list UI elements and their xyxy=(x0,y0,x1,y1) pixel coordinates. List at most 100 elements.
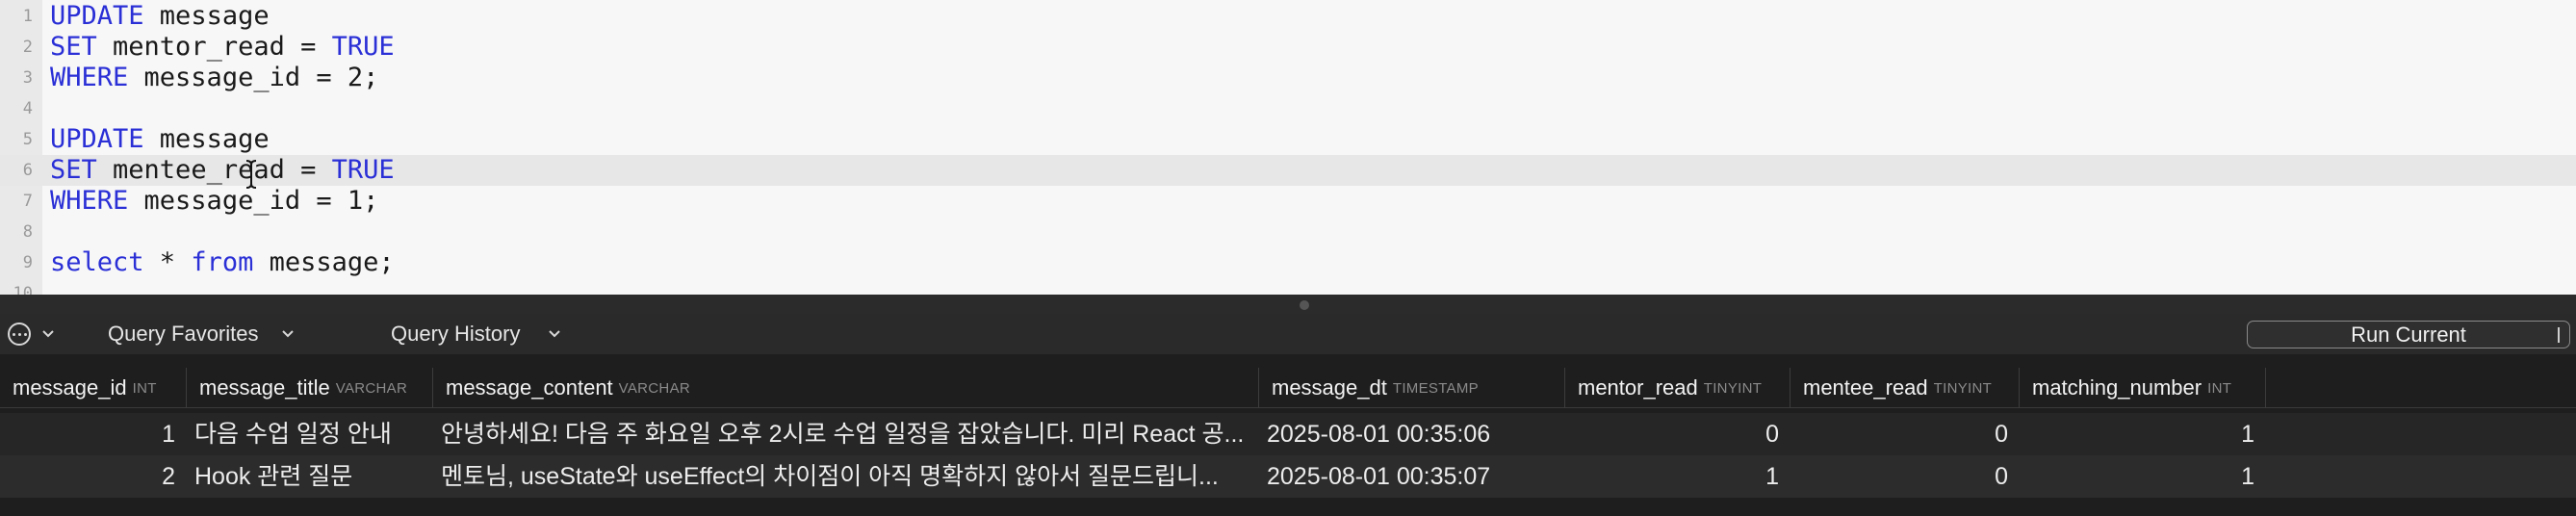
code-text: WHERE message_id = 1; xyxy=(50,186,378,217)
code-text: UPDATE message xyxy=(50,124,270,155)
code-line[interactable]: 10 xyxy=(0,278,2576,295)
run-current-label: Run Current xyxy=(2351,322,2466,347)
sql-keyword: UPDATE xyxy=(50,124,144,154)
query-favorites-button[interactable]: Query Favorites xyxy=(108,320,296,348)
code-text: UPDATE message xyxy=(50,1,270,32)
table-row[interactable]: 1 다음 수업 일정 안내 안녕하세요! 다음 주 화요일 오후 2시로 수업 일정… xyxy=(0,413,2576,455)
code-line[interactable]: 9 select * from message; xyxy=(0,247,2576,278)
table-cell[interactable]: 멘토님, useState와 useEffect의 차이점이 아직 명확하지 않… xyxy=(441,455,1253,498)
run-current-button[interactable]: Run Current xyxy=(2247,321,2570,348)
code-line[interactable]: 8 xyxy=(0,217,2576,247)
sql-keyword: TRUE xyxy=(331,155,395,185)
code-line[interactable]: 1 UPDATE message xyxy=(0,1,2576,32)
table-cell[interactable]: 0 xyxy=(1565,413,1779,455)
column-type: TINYINT xyxy=(1933,379,1993,397)
results-grid[interactable]: message_id INT message_title VARCHAR message… xyxy=(0,362,2576,516)
sql-token: message xyxy=(143,1,270,31)
sql-token: ; xyxy=(363,63,379,92)
column-header-mentor-read[interactable]: mentor_read TINYINT xyxy=(1565,368,1790,408)
sql-token: message_id = xyxy=(128,63,348,92)
sql-token: * xyxy=(143,247,192,277)
sql-token: mentee_read = xyxy=(96,155,332,185)
column-header-mentee-read[interactable]: mentee_read TINYINT xyxy=(1790,368,2020,408)
column-name: message_id xyxy=(13,375,127,400)
sql-token: ; xyxy=(363,186,379,216)
results-header: message_id INT message_title VARCHAR message… xyxy=(0,368,2576,408)
column-type: VARCHAR xyxy=(335,379,408,397)
table-cell[interactable]: 1 xyxy=(1565,455,1779,498)
code-line[interactable]: 6 SET mentee_read = TRUE xyxy=(0,155,2576,186)
sql-token: 1 xyxy=(347,186,364,216)
column-name: matching_number xyxy=(2032,375,2202,400)
table-cell[interactable]: 0 xyxy=(1790,413,2008,455)
column-type: INT xyxy=(132,379,157,397)
sql-keyword: WHERE xyxy=(50,186,129,216)
line-number: 10 xyxy=(13,284,33,295)
query-toolbar: Query Favorites Query History Run Curren… xyxy=(0,314,2576,354)
sql-keyword: WHERE xyxy=(50,63,129,92)
sql-keyword: select xyxy=(50,247,144,277)
column-header-message-title[interactable]: message_title VARCHAR xyxy=(187,368,433,408)
column-header-message-content[interactable]: message_content VARCHAR xyxy=(433,368,1259,408)
code-line[interactable]: 3 WHERE message_id = 2; xyxy=(0,63,2576,93)
chevron-down-icon xyxy=(42,330,54,338)
line-number: 4 xyxy=(22,99,33,118)
table-cell[interactable]: 1 xyxy=(2020,455,2254,498)
line-number: 6 xyxy=(22,161,33,180)
line-number: 9 xyxy=(22,253,33,272)
line-number: 7 xyxy=(22,192,33,211)
table-row[interactable]: 2 Hook 관련 질문 멘토님, useState와 useEffect의 차이점… xyxy=(0,455,2576,498)
table-cell[interactable]: 2025-08-01 00:35:07 xyxy=(1267,455,1559,498)
table-cell[interactable]: 1 xyxy=(0,413,175,455)
more-options-button[interactable] xyxy=(8,320,56,348)
code-text: select * from message; xyxy=(50,247,395,278)
sql-token: message; xyxy=(253,247,395,277)
column-header-matching-number[interactable]: matching_number INT xyxy=(2020,368,2266,408)
table-cell[interactable]: 1 xyxy=(2020,413,2254,455)
sql-token: message xyxy=(143,124,270,154)
table-cell[interactable]: Hook 관련 질문 xyxy=(194,455,427,498)
code-line[interactable]: 5 UPDATE message xyxy=(0,124,2576,155)
table-cell[interactable]: 0 xyxy=(1790,455,2008,498)
column-header-message-id[interactable]: message_id INT xyxy=(0,368,187,408)
column-name: mentor_read xyxy=(1578,375,1698,400)
sql-keyword: from xyxy=(191,247,254,277)
chevron-down-icon xyxy=(281,330,294,338)
chevron-down-icon xyxy=(549,330,561,338)
line-number: 5 xyxy=(22,130,33,149)
table-cell[interactable]: 다음 수업 일정 안내 xyxy=(194,413,427,455)
column-type: VARCHAR xyxy=(618,379,691,397)
run-button-divider xyxy=(2558,327,2560,343)
code-line[interactable]: 4 xyxy=(0,93,2576,124)
sql-token: 2 xyxy=(347,63,364,92)
sql-keyword: SET xyxy=(50,32,97,62)
line-number: 1 xyxy=(22,7,33,26)
table-cell[interactable]: 2025-08-01 00:35:06 xyxy=(1267,413,1559,455)
line-number: 8 xyxy=(22,222,33,242)
table-cell[interactable]: 안녕하세요! 다음 주 화요일 오후 2시로 수업 일정을 잡았습니다. 미리 … xyxy=(441,413,1253,455)
code-line[interactable]: 2 SET mentor_read = TRUE xyxy=(0,32,2576,63)
splitter-handle[interactable] xyxy=(1300,300,1309,310)
column-header-message-dt[interactable]: message_dt TIMESTAMP xyxy=(1259,368,1565,408)
column-type: TINYINT xyxy=(1703,379,1763,397)
query-history-label: Query History xyxy=(391,322,521,346)
column-name: mentee_read xyxy=(1803,375,1928,400)
pane-splitter[interactable] xyxy=(0,295,2576,314)
query-history-button[interactable]: Query History xyxy=(391,320,562,348)
column-type: INT xyxy=(2207,379,2232,397)
code-text: SET mentor_read = TRUE xyxy=(50,32,395,63)
sql-token: message_id = xyxy=(128,186,348,216)
sql-keyword: TRUE xyxy=(331,32,395,62)
column-name: message_dt xyxy=(1272,375,1387,400)
query-favorites-label: Query Favorites xyxy=(108,322,259,346)
code-text: WHERE message_id = 2; xyxy=(50,63,378,93)
ellipsis-icon xyxy=(8,322,31,346)
sql-editor[interactable]: 1 UPDATE message 2 SET mentor_read = TRUE 3 W… xyxy=(0,0,2576,295)
sql-keyword: SET xyxy=(50,155,97,185)
table-cell[interactable]: 2 xyxy=(0,455,175,498)
text-cursor-icon xyxy=(245,160,257,189)
column-name: message_title xyxy=(199,375,330,400)
code-line[interactable]: 7 WHERE message_id = 1; xyxy=(0,186,2576,217)
code-text: SET mentee_read = TRUE xyxy=(50,155,395,186)
sql-token: mentor_read = xyxy=(96,32,332,62)
